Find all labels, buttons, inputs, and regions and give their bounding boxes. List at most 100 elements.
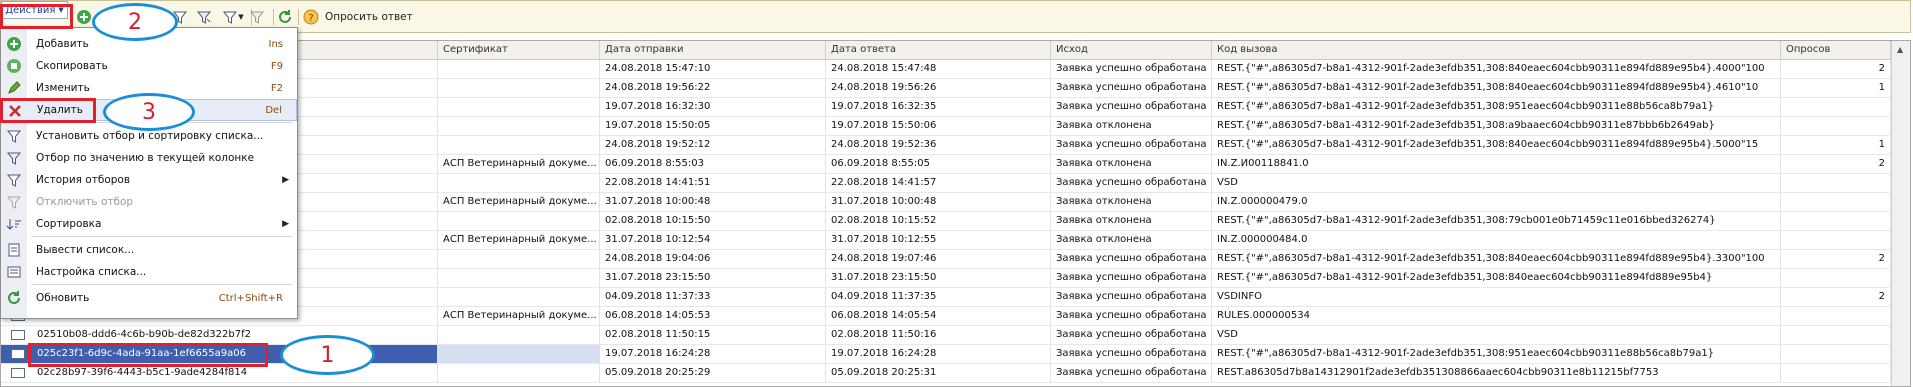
cell-sent[interactable]: 06.09.2018 8:55:03 [600, 155, 826, 173]
menu-item-refresh[interactable]: Обновить Ctrl+Shift+R [1, 287, 297, 309]
header-call-code[interactable]: Код вызова [1212, 41, 1781, 59]
cell-cert[interactable] [438, 174, 600, 192]
cell-answer[interactable]: 02.08.2018 11:50:16 [826, 326, 1051, 344]
cell-code[interactable]: REST.{"#",a86305d7-b8a1-4312-901f-2ade3e… [1212, 345, 1781, 363]
cell-polls[interactable] [1781, 307, 1891, 325]
cell-polls[interactable] [1781, 269, 1891, 287]
menu-item-filter-value[interactable]: Отбор по значению в текущей колонке [1, 147, 297, 169]
cell-polls[interactable] [1781, 364, 1891, 382]
cell-answer[interactable]: 31.07.2018 10:12:55 [826, 231, 1051, 249]
menu-item-list-settings[interactable]: Настройка списка... [1, 261, 297, 283]
header-certificate[interactable]: Сертификат [438, 41, 600, 59]
cell-answer[interactable]: 24.08.2018 19:56:26 [826, 79, 1051, 97]
cell-polls[interactable]: 1 [1781, 79, 1891, 97]
cell-code[interactable]: REST.{"#",a86305d7-b8a1-4312-901f-2ade3e… [1212, 136, 1781, 154]
cell-answer[interactable]: 19.07.2018 16:32:35 [826, 98, 1051, 116]
scroll-up-icon[interactable]: ▲ [1897, 45, 1903, 54]
header-outcome[interactable]: Исход [1051, 41, 1212, 59]
cell-sent[interactable]: 19.07.2018 15:50:05 [600, 117, 826, 135]
cell-answer[interactable]: 22.08.2018 14:41:57 [826, 174, 1051, 192]
cell-sent[interactable]: 05.09.2018 20:25:29 [600, 364, 826, 382]
cell-answer[interactable]: 24.08.2018 15:47:48 [826, 60, 1051, 78]
cell-code[interactable]: REST.{"#",a86305d7-b8a1-4312-901f-2ade3e… [1212, 98, 1781, 116]
cell-outcome[interactable]: Заявка успешно обработана [1051, 60, 1212, 78]
cell-sent[interactable]: 02.08.2018 10:15:50 [600, 212, 826, 230]
cell-code[interactable]: REST.{"#",a86305d7-b8a1-4312-901f-2ade3e… [1212, 60, 1781, 78]
cell-cert[interactable]: АСП Ветеринарный докуме... [438, 231, 600, 249]
cell-answer[interactable]: 06.09.2018 8:55:05 [826, 155, 1051, 173]
cell-answer[interactable]: 24.08.2018 19:07:46 [826, 250, 1051, 268]
cell-cert[interactable] [438, 326, 600, 344]
cell-outcome[interactable]: Заявка успешно обработана [1051, 250, 1212, 268]
cell-sent[interactable]: 24.08.2018 19:56:22 [600, 79, 826, 97]
table-row[interactable]: 02c28b97-39f6-4443-b5c1-9ade4284f814 05.0… [1, 364, 1891, 383]
filter-off-toolbar-button[interactable] [247, 8, 267, 26]
cell-code[interactable]: VSD [1212, 326, 1781, 344]
cell-cert[interactable] [438, 79, 600, 97]
add-toolbar-button[interactable] [75, 8, 93, 26]
cell-sent[interactable]: 02.08.2018 11:50:15 [600, 326, 826, 344]
cell-answer[interactable]: 05.09.2018 20:25:31 [826, 364, 1051, 382]
cell-cert[interactable] [438, 136, 600, 154]
menu-item-filter-off[interactable]: Отключить отбор [1, 191, 297, 213]
cell-polls[interactable]: 1 [1781, 136, 1891, 154]
cell-code[interactable]: REST.a86305d7b8a14312901f2ade3efdb351308… [1212, 364, 1781, 382]
cell-code[interactable]: REST.{"#",a86305d7-b8a1-4312-901f-2ade3e… [1212, 250, 1781, 268]
cell-sent[interactable]: 19.07.2018 16:24:28 [600, 345, 826, 363]
cell-polls[interactable]: 2 [1781, 288, 1891, 306]
cell-sent[interactable]: 24.08.2018 15:47:10 [600, 60, 826, 78]
cell-polls[interactable] [1781, 117, 1891, 135]
cell-cert[interactable] [438, 212, 600, 230]
cell-sent[interactable]: 31.07.2018 10:00:48 [600, 193, 826, 211]
cell-polls[interactable] [1781, 326, 1891, 344]
cell-sent[interactable]: 24.08.2018 19:52:12 [600, 136, 826, 154]
cell-code[interactable]: REST.{"#",a86305d7-b8a1-4312-901f-2ade3e… [1212, 212, 1781, 230]
cell-answer[interactable]: 04.09.2018 11:37:35 [826, 288, 1051, 306]
header-answer-date[interactable]: Дата ответа [826, 41, 1051, 59]
cell-code[interactable]: VSDINFO [1212, 288, 1781, 306]
ask-answer-button[interactable]: ? Опросить ответ [303, 8, 423, 26]
filter-value-toolbar-button[interactable] [195, 8, 213, 26]
cell-sent[interactable]: 31.07.2018 10:12:54 [600, 231, 826, 249]
cell-outcome[interactable]: Заявка успешно обработана [1051, 307, 1212, 325]
cell-outcome[interactable]: Заявка успешно обработана [1051, 79, 1212, 97]
cell-code[interactable]: REST.{"#",a86305d7-b8a1-4312-901f-2ade3e… [1212, 117, 1781, 135]
cell-polls[interactable]: 2 [1781, 60, 1891, 78]
cell-polls[interactable] [1781, 98, 1891, 116]
cell-answer[interactable]: 19.07.2018 15:50:06 [826, 117, 1051, 135]
cell-outcome[interactable]: Заявка успешно обработана [1051, 269, 1212, 287]
cell-polls[interactable] [1781, 174, 1891, 192]
cell-outcome[interactable]: Заявка успешно обработана [1051, 345, 1212, 363]
header-polls[interactable]: Опросов [1781, 41, 1891, 59]
cell-answer[interactable]: 02.08.2018 10:15:52 [826, 212, 1051, 230]
cell-cert[interactable] [438, 269, 600, 287]
cell-cert[interactable] [438, 250, 600, 268]
cell-code[interactable]: RULES.000000534 [1212, 307, 1781, 325]
cell-cert[interactable] [438, 60, 600, 78]
cell-answer[interactable]: 31.07.2018 10:00:48 [826, 193, 1051, 211]
cell-outcome[interactable]: Заявка успешно обработана [1051, 364, 1212, 382]
cell-outcome[interactable]: Заявка отклонена [1051, 193, 1212, 211]
cell-outcome[interactable]: Заявка отклонена [1051, 212, 1212, 230]
cell-outcome[interactable]: Заявка отклонена [1051, 231, 1212, 249]
cell-code[interactable]: REST.{"#",a86305d7-b8a1-4312-901f-2ade3e… [1212, 269, 1781, 287]
cell-cert[interactable] [438, 364, 600, 382]
cell-outcome[interactable]: Заявка успешно обработана [1051, 288, 1212, 306]
cell-polls[interactable]: 2 [1781, 250, 1891, 268]
vertical-scrollbar[interactable]: ▲ [1891, 41, 1910, 386]
cell-cert[interactable] [438, 117, 600, 135]
cell-polls[interactable] [1781, 231, 1891, 249]
menu-item-sort[interactable]: Сортировка ▶ [1, 213, 297, 235]
cell-code[interactable]: IN.Z.000000479.0 [1212, 193, 1781, 211]
cell-polls[interactable] [1781, 212, 1891, 230]
cell-sent[interactable]: 06.08.2018 14:05:53 [600, 307, 826, 325]
cell-cert[interactable] [438, 288, 600, 306]
cell-outcome[interactable]: Заявка успешно обработана [1051, 136, 1212, 154]
cell-outcome[interactable]: Заявка отклонена [1051, 117, 1212, 135]
cell-cert[interactable]: АСП Ветеринарный докуме... [438, 307, 600, 325]
cell-outcome[interactable]: Заявка успешно обработана [1051, 174, 1212, 192]
cell-outcome[interactable]: Заявка успешно обработана [1051, 98, 1212, 116]
menu-item-filter-history[interactable]: История отборов ▶ [1, 169, 297, 191]
cell-answer[interactable]: 24.08.2018 19:52:36 [826, 136, 1051, 154]
cell-cert[interactable]: АСП Ветеринарный докуме... [438, 155, 600, 173]
